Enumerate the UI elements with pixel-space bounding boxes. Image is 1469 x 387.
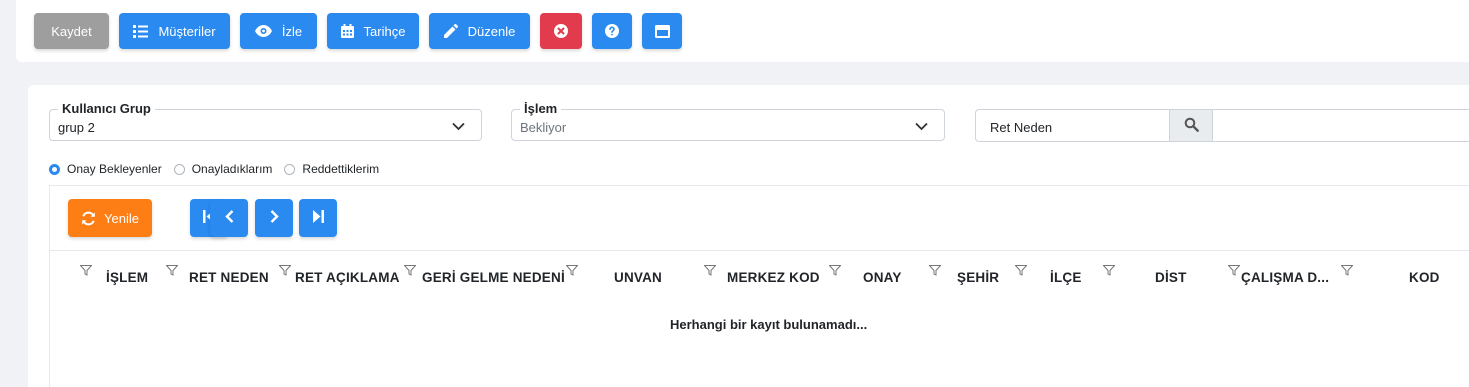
filter-icon[interactable] [278,264,292,279]
watch-label: İzle [281,23,303,39]
toolbar: Kaydet Müşteriler İzle Tarihçe Düzenle [16,0,1469,62]
approval-radio-group: Onay Bekleyenler Onayladıklarım Reddetti… [49,162,391,176]
help-button[interactable] [592,13,632,49]
filter-icon[interactable] [79,264,93,279]
save-button[interactable]: Kaydet [34,13,109,49]
chevron-down-icon [452,119,465,134]
column-header[interactable]: UNVAN [614,270,662,285]
filter-icon[interactable] [165,264,179,279]
radio-dot[interactable] [49,163,60,175]
window-icon [654,24,670,38]
column-header[interactable]: MERKEZ KOD [727,270,820,285]
search-icon [1184,117,1199,135]
column-header[interactable]: ŞEHİR [957,270,999,285]
history-button[interactable]: Tarihçe [327,13,419,49]
user-group-select[interactable]: Kullanıcı Grup grup 2 [49,101,482,141]
column-header[interactable]: İŞLEM [106,270,148,285]
chevron-right-icon [270,210,279,226]
reject-reason-label: Ret Neden [990,120,1053,135]
chevron-down-icon [915,119,928,134]
pencil-icon [443,24,458,38]
column-header[interactable]: KOD [1409,270,1440,285]
refresh-icon [81,211,96,226]
delete-button[interactable] [540,13,582,49]
main-panel: Kullanıcı Grup grup 2 İşlem Bekliyor Ret… [28,85,1469,387]
radio-rejected-label: Reddettiklerim [302,162,380,176]
last-page-icon [312,210,324,226]
process-select[interactable]: İşlem Bekliyor [511,101,945,141]
process-value: Bekliyor [520,120,567,135]
column-header[interactable]: RET AÇIKLAMA [295,270,400,285]
filter-icon[interactable] [1340,264,1354,279]
save-label: Kaydet [51,23,92,39]
customers-label: Müşteriler [158,23,216,39]
radio-dot[interactable] [173,163,185,175]
list-icon [133,24,149,38]
radio-pending-label: Onay Bekleyenler [67,162,162,176]
grid-toolbar: Yenile [50,186,1469,251]
chevron-left-icon [224,210,234,226]
column-header[interactable]: RET NEDEN [189,270,269,285]
next-page-button[interactable] [255,199,293,237]
column-header[interactable]: ÇALIŞMA D... [1241,270,1329,285]
customers-button[interactable]: Müşteriler [119,13,230,49]
empty-message: Herhangi bir kayıt bulunamadı... [670,317,868,332]
watch-button[interactable]: İzle [240,13,317,49]
filter-icon[interactable] [928,264,942,279]
column-header[interactable]: İLÇE [1050,270,1082,285]
radio-approved-label: Onayladıklarım [191,162,273,176]
calendar-icon [340,24,354,38]
edit-button[interactable]: Düzenle [429,13,530,49]
eye-icon [254,25,272,37]
user-group-value: grup 2 [58,120,95,135]
history-label: Tarihçe [363,23,406,39]
radio-rejected[interactable]: Reddettiklerim [284,162,379,176]
window-button[interactable] [642,13,682,49]
filter-icon[interactable] [565,264,579,279]
column-header[interactable]: DİST [1155,270,1187,285]
prev-page-button[interactable] [210,199,248,237]
last-page-button[interactable] [299,199,337,237]
filter-icon[interactable] [1014,264,1028,279]
column-header[interactable]: ONAY [863,270,902,285]
filter-icon[interactable] [1227,264,1241,279]
reject-reason-lookup[interactable]: Ret Neden [975,109,1469,142]
filter-icon[interactable] [1102,264,1116,279]
refresh-label: Yenile [104,210,139,226]
grid-header: İŞLEM RET NEDEN RET AÇIKLAMA GERİ GELME … [50,250,1469,300]
close-circle-icon [554,24,568,38]
filter-icon[interactable] [703,264,717,279]
refresh-button[interactable]: Yenile [68,199,152,237]
column-header[interactable]: GERİ GELME NEDENİ [422,270,565,285]
data-grid: Yenile İŞLEM RET NEDEN RET AÇIKLAMA GERİ… [49,185,1469,387]
radio-approved[interactable]: Onayladıklarım [173,162,273,176]
search-button[interactable] [1169,110,1213,141]
filter-icon[interactable] [828,264,842,279]
process-label: İşlem [520,101,562,116]
radio-pending[interactable]: Onay Bekleyenler [49,162,162,176]
edit-label: Düzenle [467,23,516,39]
question-icon [605,24,619,38]
user-group-label: Kullanıcı Grup [58,101,155,116]
radio-dot[interactable] [284,163,296,175]
filter-icon[interactable] [403,264,417,279]
